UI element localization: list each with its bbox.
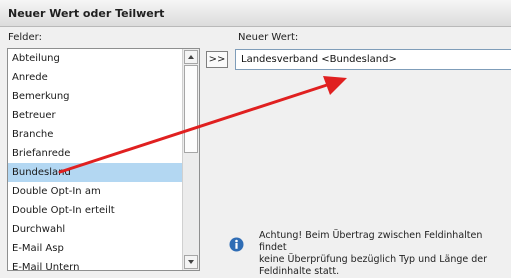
annotation-arrow — [58, 76, 347, 174]
